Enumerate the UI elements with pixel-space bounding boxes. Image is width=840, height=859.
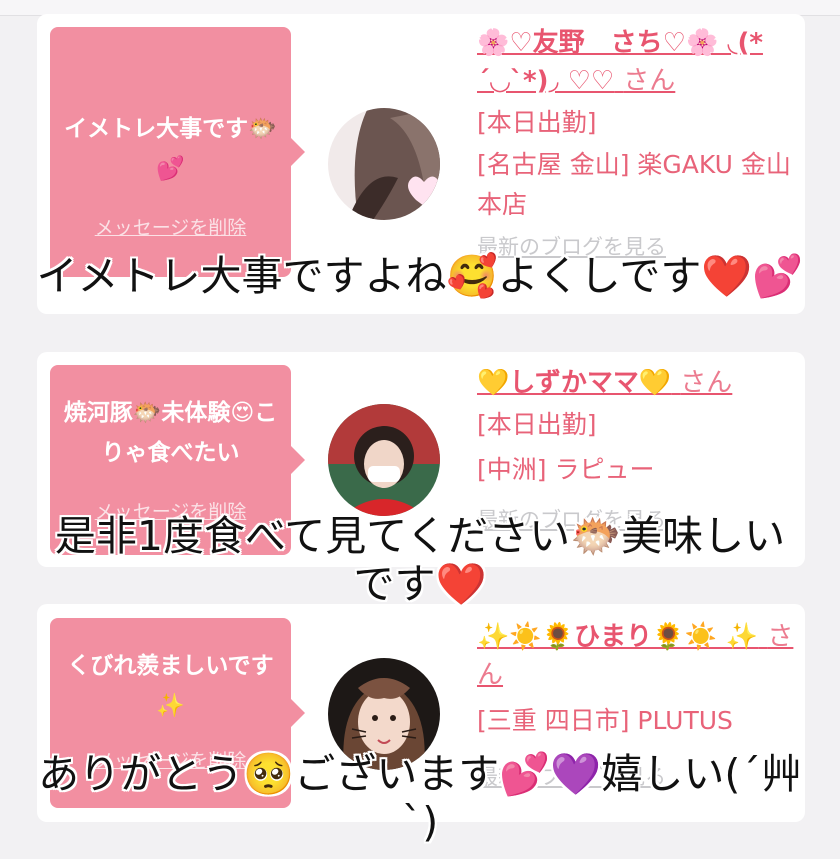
delete-message-link[interactable]: メッセージを削除 xyxy=(50,213,291,240)
message-text: 焼河豚🐡未体験😍こりゃ食べたい xyxy=(63,400,278,466)
shop-line: [三重 四日市] PLUTUS xyxy=(477,706,733,735)
woman-stadium-avatar-icon xyxy=(328,404,440,516)
overlay-caption-2: 是非1度食べて見てください🐡美味しい です❤️ xyxy=(54,512,786,608)
message-text: イメトレ大事です🐡💕 xyxy=(64,116,277,182)
sender-name-link[interactable]: 🌸♡友野 さち♡🌸 ◟(*´◡`*)◞ ♡♡ さん xyxy=(477,24,797,100)
status-line: [本日出勤] xyxy=(477,410,597,439)
san-suffix: さん xyxy=(623,66,676,96)
woman-hair-heart-avatar-icon xyxy=(328,108,440,220)
overlay-caption-3: ありがとう🥺ございます💕💜嬉しい(´艸 `) xyxy=(38,750,802,846)
message-text: くびれ羨ましいです✨ xyxy=(67,653,274,719)
san-suffix: さん xyxy=(680,368,733,398)
sender-name: ✨☀️🌻ひまり🌻☀️ ✨ xyxy=(477,622,759,652)
avatar[interactable] xyxy=(328,404,440,516)
shop-line: [中洲] ラピュー xyxy=(477,455,655,484)
sender-name-link[interactable]: ✨☀️🌻ひまり🌻☀️ ✨ さん xyxy=(477,618,797,694)
shop-line: [名古屋 金山] 楽GAKU 金山本店 xyxy=(477,150,791,219)
sender-name: 🌸♡友野 さち♡🌸 ◟(*´◡`*)◞ ♡♡ xyxy=(477,28,763,96)
sender-name-link[interactable]: 💛しずかママ💛 さん xyxy=(477,364,797,402)
sender-name: 💛しずかママ💛 xyxy=(477,368,672,398)
sender-info: 🌸♡友野 さち♡🌸 ◟(*´◡`*)◞ ♡♡ さん [本日出勤] [名古屋 金山… xyxy=(477,24,797,263)
message-bubble: イメトレ大事です🐡💕 メッセージを削除 xyxy=(50,27,305,277)
avatar[interactable] xyxy=(328,108,440,220)
sender-info: 💛しずかママ💛 さん [本日出勤] [中洲] ラピュー 最新のブログを見る xyxy=(477,364,797,536)
status-line: [本日出勤] xyxy=(477,108,597,137)
overlay-caption-1: イメトレ大事ですよね🥰よくしです❤️💕 xyxy=(36,252,804,300)
